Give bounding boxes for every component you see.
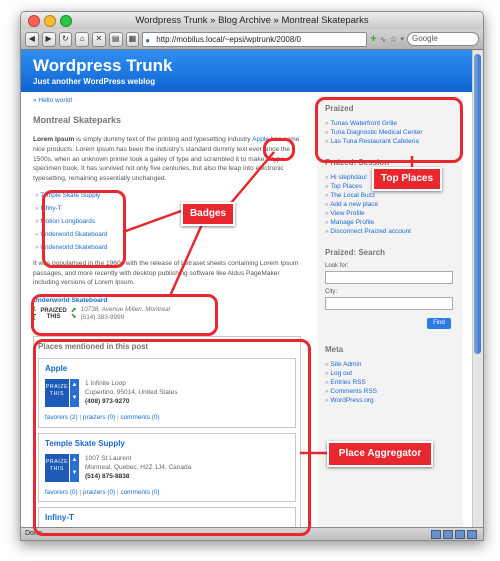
- place-aggregator-annotation: Place Aggregator: [327, 441, 433, 467]
- aggregator-highlight: [33, 339, 311, 536]
- apple-badge-highlight: [263, 138, 295, 161]
- badges-annotation: Badges: [181, 202, 235, 226]
- inline-place-highlight: [31, 294, 218, 336]
- badges-highlight: [42, 190, 126, 268]
- top-places-annotation: Top Places: [372, 167, 442, 191]
- top-places-highlight: [315, 97, 463, 163]
